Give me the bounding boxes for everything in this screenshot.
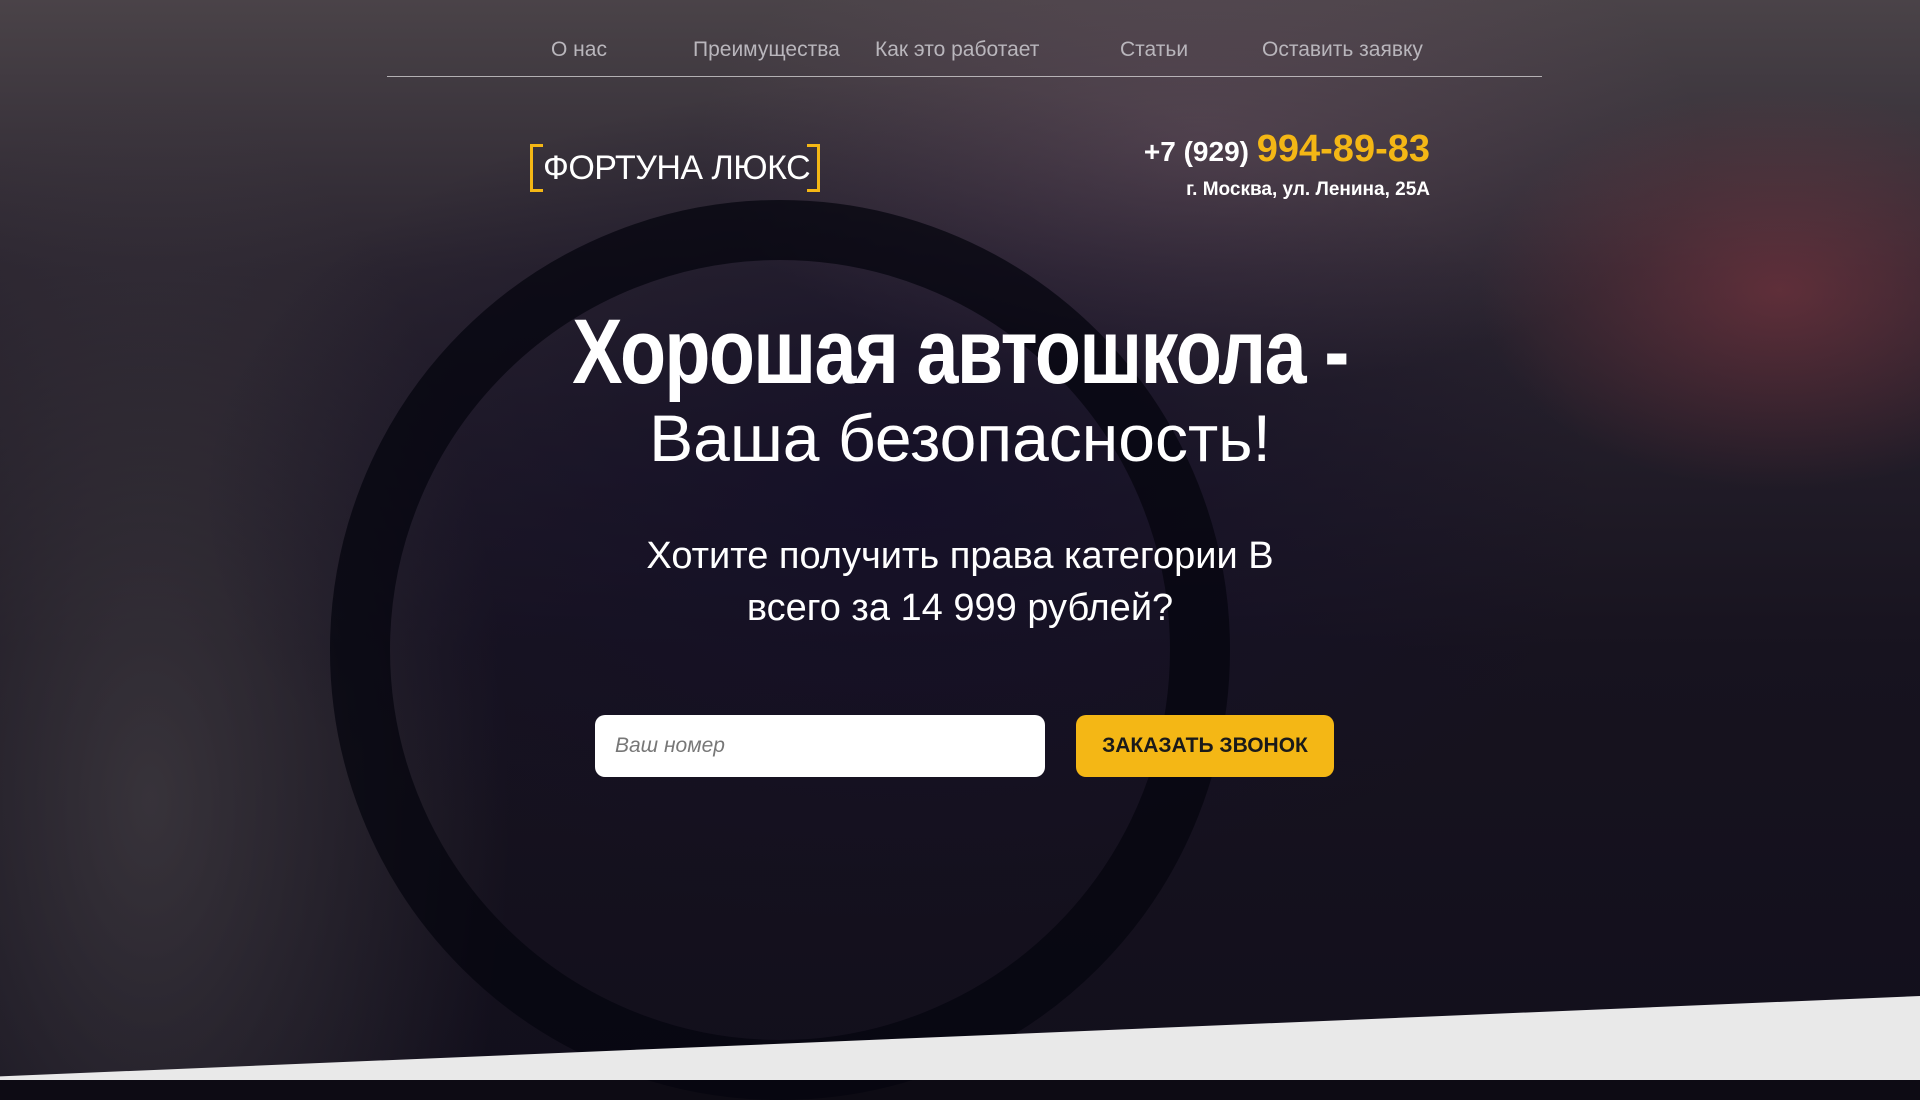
nav-advantages[interactable]: Преимущества: [693, 38, 840, 62]
nav-articles[interactable]: Статьи: [1120, 38, 1188, 62]
callback-button[interactable]: ЗАКАЗАТЬ ЗВОНОК: [1076, 715, 1334, 777]
hero-subtitle: Ваша безопасность!: [649, 401, 1271, 475]
logo[interactable]: ФОРТУНА ЛЮКС: [530, 144, 820, 192]
offer-line-2: всего за 14 999 рублей?: [746, 587, 1174, 629]
phone-prefix: +7 (929): [1143, 136, 1249, 167]
hero-title: Хорошая автошкола -: [572, 301, 1349, 403]
hero-offer: Хотите получить права категории В всего з…: [0, 530, 1920, 634]
phone-number: 994-89-83: [1256, 128, 1430, 170]
nav-about[interactable]: О нас: [551, 38, 607, 62]
nav-how-it-works[interactable]: Как это работает: [875, 38, 1039, 62]
address: г. Москва, ул. Ленина, 25А: [1186, 179, 1430, 200]
top-nav: О нас Преимущества Как это работает Стат…: [387, 30, 1542, 77]
phone-input[interactable]: [595, 715, 1045, 777]
phone[interactable]: +7 (929) 994-89-83: [1144, 128, 1430, 171]
nav-request[interactable]: Оставить заявку: [1262, 38, 1423, 62]
offer-line-1: Хотите получить права категории В: [646, 535, 1274, 577]
